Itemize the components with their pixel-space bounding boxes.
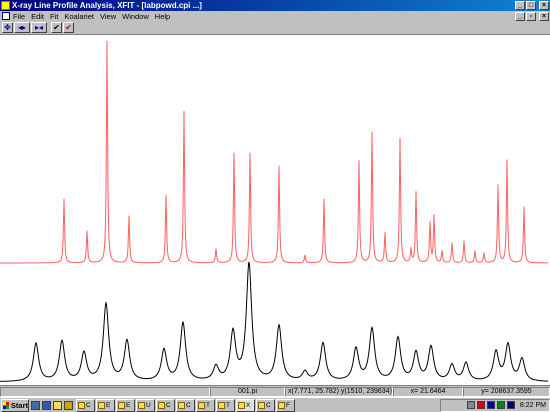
expand-horizontal-icon: ◂▸ (17, 23, 27, 32)
menu-window[interactable]: Window (122, 12, 149, 21)
task-icon (238, 401, 245, 409)
app-icon[interactable] (1, 1, 10, 10)
task-icon (218, 401, 225, 409)
move-icon: ✥ (4, 23, 11, 32)
arrow-icon[interactable] (64, 400, 73, 410)
doc-close-button[interactable]: × (539, 11, 549, 21)
taskbar-item[interactable]: C (156, 398, 175, 412)
status-bar: 001.pi x(7.771, 25.782) y(1510, 239634) … (0, 386, 550, 397)
close-button[interactable]: × (539, 1, 549, 10)
window-title: X-ray Line Profile Analysis, XFIT - [lab… (12, 1, 202, 10)
calculated-pattern-line (0, 40, 548, 264)
task-label: F (286, 401, 290, 409)
taskbar-item[interactable]: C (76, 398, 95, 412)
taskbar-item[interactable]: E (116, 398, 135, 412)
status-file: 001.pi (210, 386, 285, 397)
status-coords: x(7.771, 25.782) y(1510, 239634) (285, 386, 393, 397)
folder-icon[interactable] (53, 400, 62, 410)
task-label: T (226, 401, 230, 409)
windows-logo-icon (3, 401, 9, 409)
task-label: C (166, 401, 171, 409)
status-spacer (0, 386, 210, 397)
task-icon (78, 401, 85, 409)
observed-pattern-line (0, 261, 548, 382)
system-tray: 8:22 PM (440, 398, 550, 412)
taskbar-item[interactable]: U (136, 398, 155, 412)
accept-check-button[interactable]: ✔ (51, 22, 62, 33)
task-label: X (246, 401, 251, 409)
doc-minimize-button[interactable]: _ (515, 11, 525, 21)
task-label: C (186, 401, 191, 409)
document-icon[interactable] (2, 12, 10, 20)
task-label: C (266, 401, 271, 409)
taskbar-item[interactable]: F (276, 398, 295, 412)
contract-horizontal-button[interactable]: ▸◂ (31, 22, 47, 33)
taskbar-item[interactable]: T (216, 398, 235, 412)
antivirus-icon[interactable] (476, 401, 485, 409)
task-icon (138, 401, 145, 409)
start-button[interactable]: Start (1, 398, 29, 412)
task-icon (118, 401, 125, 409)
doc-restore-button[interactable]: ▫ (526, 11, 536, 21)
task-label: T (206, 401, 210, 409)
display-icon[interactable] (486, 401, 495, 409)
minimize-button[interactable]: _ (515, 1, 525, 10)
status-y-readout: y= 208637.3595 (463, 386, 550, 397)
network-icon[interactable] (466, 401, 475, 409)
contract-horizontal-icon: ▸◂ (34, 23, 44, 32)
desktop-icon[interactable] (31, 400, 40, 410)
volume-icon[interactable] (496, 401, 505, 409)
task-label: E (106, 401, 111, 409)
diffraction-plot[interactable] (0, 34, 550, 386)
clock: 8:22 PM (519, 401, 546, 409)
start-label: Start (10, 400, 28, 410)
maximize-button[interactable]: □ (526, 1, 536, 10)
task-icon (178, 401, 185, 409)
task-icon (158, 401, 165, 409)
menu-edit[interactable]: Edit (31, 12, 44, 21)
language-icon[interactable] (506, 401, 515, 409)
task-label: C (86, 401, 91, 409)
task-icon (98, 401, 105, 409)
task-label: E (126, 401, 131, 409)
menu-fit[interactable]: Fit (50, 12, 58, 21)
fit-check-icon: ✔ (65, 23, 72, 32)
expand-horizontal-button[interactable]: ◂▸ (14, 22, 30, 33)
task-icon (198, 401, 205, 409)
menu-file[interactable]: File (13, 12, 25, 21)
menu-koalariet[interactable]: Koalariet (64, 12, 94, 21)
task-icon (258, 401, 265, 409)
taskbar-item[interactable]: E (96, 398, 115, 412)
taskbar-item[interactable]: C (256, 398, 275, 412)
taskbar-item[interactable]: X (236, 398, 255, 412)
browser-icon[interactable] (42, 400, 51, 410)
menu-help[interactable]: Help (155, 12, 170, 21)
taskbar: Start C E E U C C T T X C F 8:22 PM (0, 397, 550, 412)
taskbar-item[interactable]: C (176, 398, 195, 412)
toolbar: ✥ ◂▸ ▸◂ ✔ ✔ (0, 21, 550, 34)
menu-bar: File Edit Fit Koalariet View Window Help _ ▫ × (0, 11, 550, 21)
title-bar[interactable]: X-ray Line Profile Analysis, XFIT - [lab… (0, 0, 550, 11)
fit-check-button[interactable]: ✔ (63, 22, 74, 33)
accept-check-icon: ✔ (53, 23, 60, 32)
status-x-readout: x= 21.6464 (393, 386, 463, 397)
task-label: U (146, 401, 151, 409)
task-icon (278, 401, 285, 409)
menu-view[interactable]: View (100, 12, 116, 21)
taskbar-item[interactable]: T (196, 398, 215, 412)
plot-svg (0, 40, 548, 382)
move-button[interactable]: ✥ (2, 22, 13, 33)
